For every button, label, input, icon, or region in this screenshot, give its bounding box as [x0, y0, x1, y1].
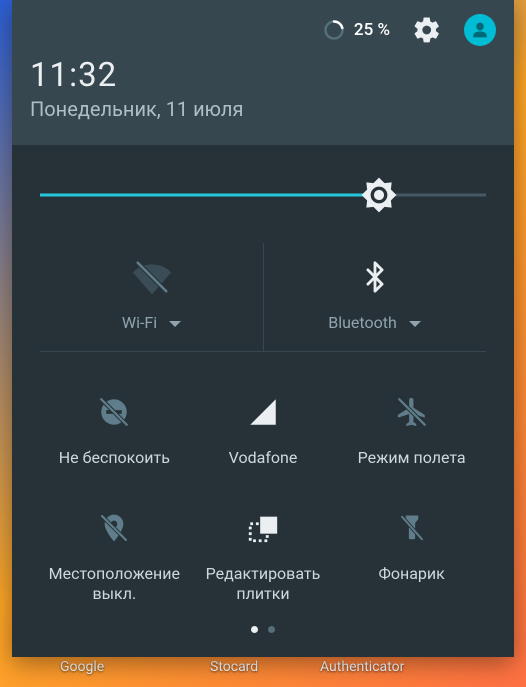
- status-row: 25 %: [30, 10, 496, 50]
- chevron-down-icon: [409, 321, 421, 327]
- pager-dot-active: [251, 626, 258, 633]
- tile-dnd-label: Не беспокоить: [59, 448, 170, 468]
- date-text: Понедельник, 11 июля: [30, 97, 496, 121]
- tile-dnd[interactable]: Не беспокоить: [40, 378, 189, 486]
- battery-percent-text: 25 %: [354, 20, 390, 40]
- clock-block[interactable]: 11:32 Понедельник, 11 июля: [30, 56, 496, 121]
- panel-body: Wi-Fi Bluetooth: [12, 145, 514, 657]
- flashlight-off-icon: [397, 508, 427, 548]
- wifi-label-text: Wi-Fi: [122, 313, 157, 332]
- tile-flashlight[interactable]: Фонарик: [337, 494, 486, 622]
- pager-indicator: [40, 622, 486, 647]
- bluetooth-label-text: Bluetooth: [328, 313, 397, 332]
- location-off-icon: [98, 508, 130, 548]
- tile-location-label: Местоположение выкл.: [44, 564, 185, 604]
- homescreen-app-label: Google: [60, 659, 104, 675]
- tile-bluetooth-label[interactable]: Bluetooth: [328, 313, 421, 333]
- time-text: 11:32: [30, 56, 496, 95]
- avatar-icon: [464, 14, 496, 46]
- wifi-off-icon: [133, 257, 171, 297]
- brightness-slider[interactable]: [40, 175, 486, 215]
- tile-location[interactable]: Местоположение выкл.: [40, 494, 189, 622]
- header: 25 % 11:32 Понедельник,: [12, 0, 514, 145]
- homescreen-app-label: Stocard: [210, 659, 258, 675]
- quick-settings-panel: 25 % 11:32 Понедельник,: [12, 0, 514, 657]
- tile-edit-label: Редактировать плитки: [193, 564, 334, 604]
- pager-dot: [268, 626, 275, 633]
- tile-bluetooth[interactable]: Bluetooth: [263, 243, 486, 351]
- dnd-off-icon: [97, 392, 131, 432]
- tile-airplane[interactable]: Режим полета: [337, 378, 486, 486]
- cellular-signal-icon: [246, 392, 280, 432]
- tile-row-2: Не беспокоить Vodafone Р: [40, 378, 486, 486]
- edit-tiles-icon: [246, 508, 280, 548]
- tile-airplane-label: Режим полета: [358, 448, 466, 468]
- battery-circle-icon: [322, 18, 346, 42]
- user-avatar-button[interactable]: [464, 14, 496, 46]
- brightness-thumb-icon[interactable]: [359, 175, 399, 215]
- tile-flashlight-label: Фонарик: [379, 564, 445, 584]
- tile-cellular-label: Vodafone: [229, 448, 298, 468]
- tile-row-1: Wi-Fi Bluetooth: [40, 243, 486, 352]
- slider-fill: [40, 194, 379, 197]
- gear-icon: [412, 15, 442, 45]
- airplane-off-icon: [395, 392, 429, 432]
- chevron-down-icon: [169, 321, 181, 327]
- tile-wifi-label[interactable]: Wi-Fi: [122, 313, 181, 333]
- settings-button[interactable]: [412, 15, 442, 45]
- tile-edit[interactable]: Редактировать плитки: [189, 494, 338, 622]
- tile-row-3: Местоположение выкл. Редактировать плитк…: [40, 494, 486, 622]
- battery-indicator[interactable]: 25 %: [322, 18, 390, 42]
- tile-wifi[interactable]: Wi-Fi: [40, 243, 263, 351]
- homescreen-app-label: Authenticator: [320, 659, 404, 675]
- tile-cellular[interactable]: Vodafone: [189, 378, 338, 486]
- bluetooth-icon: [358, 257, 392, 297]
